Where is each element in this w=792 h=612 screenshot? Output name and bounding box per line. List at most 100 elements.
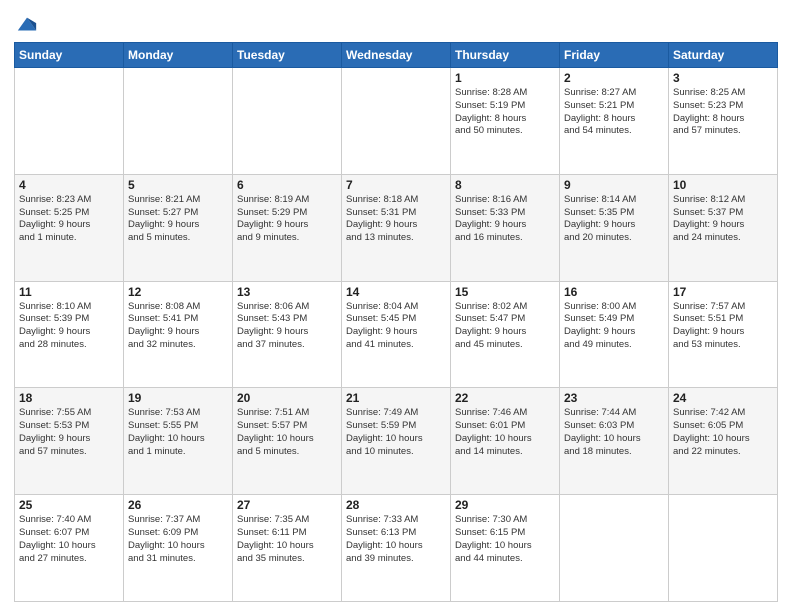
calendar-cell: 16 Sunrise: 8:00 AM Sunset: 5:49 PM Dayli…	[560, 281, 669, 388]
day-info: Sunrise: 7:30 AM Sunset: 6:15 PM Dayligh…	[455, 514, 555, 565]
calendar-week-row: 11Sunrise: 8:10 AM Sunset: 5:39 PM Dayli…	[15, 281, 778, 388]
day-number: 29	[455, 498, 555, 512]
calendar-cell: 5 Sunrise: 8:21 AM Sunset: 5:27 PM Daylig…	[124, 174, 233, 281]
header	[14, 10, 778, 36]
calendar-week-row: 18Sunrise: 7:55 AM Sunset: 5:53 PM Dayli…	[15, 388, 778, 495]
day-number: 26	[128, 498, 228, 512]
day-number: 5	[128, 178, 228, 192]
calendar-header-sunday: Sunday	[15, 43, 124, 68]
calendar-cell: 15 Sunrise: 8:02 AM Sunset: 5:47 PM Dayli…	[451, 281, 560, 388]
calendar-cell: 4 Sunrise: 8:23 AM Sunset: 5:25 PM Daylig…	[15, 174, 124, 281]
calendar-cell: 24 Sunrise: 7:42 AM Sunset: 6:05 PM Dayli…	[669, 388, 778, 495]
calendar-cell: 13 Sunrise: 8:06 AM Sunset: 5:43 PM Dayli…	[233, 281, 342, 388]
day-info: Sunrise: 8:19 AM Sunset: 5:29 PM Dayligh…	[237, 194, 337, 245]
calendar-cell: 21 Sunrise: 7:49 AM Sunset: 5:59 PM Dayli…	[342, 388, 451, 495]
calendar-cell: 28 Sunrise: 7:33 AM Sunset: 6:13 PM Dayli…	[342, 495, 451, 602]
calendar-cell: 25 Sunrise: 7:40 AM Sunset: 6:07 PM Dayli…	[15, 495, 124, 602]
calendar-cell: 12 Sunrise: 8:08 AM Sunset: 5:41 PM Dayli…	[124, 281, 233, 388]
calendar-cell: 19Sunrise: 7:53 AM Sunset: 5:55 PM Dayli…	[124, 388, 233, 495]
calendar-cell: 7Sunrise: 8:18 AM Sunset: 5:31 PM Daylig…	[342, 174, 451, 281]
calendar-header-row: SundayMondayTuesdayWednesdayThursdayFrid…	[15, 43, 778, 68]
day-info: Sunrise: 7:46 AM Sunset: 6:01 PM Dayligh…	[455, 407, 555, 458]
day-info: Sunrise: 7:40 AM Sunset: 6:07 PM Dayligh…	[19, 514, 119, 565]
calendar-header-wednesday: Wednesday	[342, 43, 451, 68]
day-number: 16	[564, 285, 664, 299]
day-number: 8	[455, 178, 555, 192]
day-number: 25	[19, 498, 119, 512]
calendar-cell	[233, 68, 342, 175]
calendar-header-friday: Friday	[560, 43, 669, 68]
logo-icon	[16, 14, 38, 36]
calendar-header-saturday: Saturday	[669, 43, 778, 68]
day-info: Sunrise: 8:08 AM Sunset: 5:41 PM Dayligh…	[128, 301, 228, 352]
day-info: Sunrise: 8:28 AM Sunset: 5:19 PM Dayligh…	[455, 87, 555, 138]
day-info: Sunrise: 7:35 AM Sunset: 6:11 PM Dayligh…	[237, 514, 337, 565]
day-number: 4	[19, 178, 119, 192]
calendar-cell	[15, 68, 124, 175]
logo	[14, 14, 38, 36]
day-number: 18	[19, 391, 119, 405]
day-info: Sunrise: 7:33 AM Sunset: 6:13 PM Dayligh…	[346, 514, 446, 565]
calendar-week-row: 4 Sunrise: 8:23 AM Sunset: 5:25 PM Daylig…	[15, 174, 778, 281]
calendar-cell	[342, 68, 451, 175]
calendar-cell: 22Sunrise: 7:46 AM Sunset: 6:01 PM Dayli…	[451, 388, 560, 495]
day-info: Sunrise: 7:42 AM Sunset: 6:05 PM Dayligh…	[673, 407, 773, 458]
calendar-week-row: 25 Sunrise: 7:40 AM Sunset: 6:07 PM Dayli…	[15, 495, 778, 602]
day-info: Sunrise: 8:02 AM Sunset: 5:47 PM Dayligh…	[455, 301, 555, 352]
calendar-cell: 14 Sunrise: 8:04 AM Sunset: 5:45 PM Dayli…	[342, 281, 451, 388]
day-number: 28	[346, 498, 446, 512]
calendar-cell	[124, 68, 233, 175]
day-number: 23	[564, 391, 664, 405]
calendar-cell: 10 Sunrise: 8:12 AM Sunset: 5:37 PM Dayli…	[669, 174, 778, 281]
calendar-cell: 2 Sunrise: 8:27 AM Sunset: 5:21 PM Daylig…	[560, 68, 669, 175]
day-number: 17	[673, 285, 773, 299]
day-number: 13	[237, 285, 337, 299]
day-number: 12	[128, 285, 228, 299]
day-info: Sunrise: 8:04 AM Sunset: 5:45 PM Dayligh…	[346, 301, 446, 352]
day-info: Sunrise: 8:21 AM Sunset: 5:27 PM Dayligh…	[128, 194, 228, 245]
day-number: 21	[346, 391, 446, 405]
day-info: Sunrise: 8:18 AM Sunset: 5:31 PM Dayligh…	[346, 194, 446, 245]
day-number: 27	[237, 498, 337, 512]
day-number: 1	[455, 71, 555, 85]
calendar-cell: 11Sunrise: 8:10 AM Sunset: 5:39 PM Dayli…	[15, 281, 124, 388]
day-info: Sunrise: 8:14 AM Sunset: 5:35 PM Dayligh…	[564, 194, 664, 245]
calendar-cell: 27 Sunrise: 7:35 AM Sunset: 6:11 PM Dayli…	[233, 495, 342, 602]
calendar-cell: 6 Sunrise: 8:19 AM Sunset: 5:29 PM Daylig…	[233, 174, 342, 281]
day-number: 24	[673, 391, 773, 405]
day-info: Sunrise: 7:49 AM Sunset: 5:59 PM Dayligh…	[346, 407, 446, 458]
day-info: Sunrise: 8:25 AM Sunset: 5:23 PM Dayligh…	[673, 87, 773, 138]
day-info: Sunrise: 8:00 AM Sunset: 5:49 PM Dayligh…	[564, 301, 664, 352]
day-info: Sunrise: 8:23 AM Sunset: 5:25 PM Dayligh…	[19, 194, 119, 245]
day-number: 2	[564, 71, 664, 85]
day-info: Sunrise: 8:16 AM Sunset: 5:33 PM Dayligh…	[455, 194, 555, 245]
calendar-cell: 1 Sunrise: 8:28 AM Sunset: 5:19 PM Daylig…	[451, 68, 560, 175]
calendar-cell: 20 Sunrise: 7:51 AM Sunset: 5:57 PM Dayli…	[233, 388, 342, 495]
day-info: Sunrise: 7:51 AM Sunset: 5:57 PM Dayligh…	[237, 407, 337, 458]
day-number: 6	[237, 178, 337, 192]
day-info: Sunrise: 7:44 AM Sunset: 6:03 PM Dayligh…	[564, 407, 664, 458]
calendar-cell: 29 Sunrise: 7:30 AM Sunset: 6:15 PM Dayli…	[451, 495, 560, 602]
day-number: 15	[455, 285, 555, 299]
calendar-table: SundayMondayTuesdayWednesdayThursdayFrid…	[14, 42, 778, 602]
calendar-cell: 26 Sunrise: 7:37 AM Sunset: 6:09 PM Dayli…	[124, 495, 233, 602]
calendar-cell: 23 Sunrise: 7:44 AM Sunset: 6:03 PM Dayli…	[560, 388, 669, 495]
day-info: Sunrise: 7:57 AM Sunset: 5:51 PM Dayligh…	[673, 301, 773, 352]
calendar-cell: 3 Sunrise: 8:25 AM Sunset: 5:23 PM Daylig…	[669, 68, 778, 175]
calendar-cell	[669, 495, 778, 602]
day-info: Sunrise: 8:27 AM Sunset: 5:21 PM Dayligh…	[564, 87, 664, 138]
day-info: Sunrise: 8:12 AM Sunset: 5:37 PM Dayligh…	[673, 194, 773, 245]
calendar-cell	[560, 495, 669, 602]
day-info: Sunrise: 8:10 AM Sunset: 5:39 PM Dayligh…	[19, 301, 119, 352]
calendar-header-thursday: Thursday	[451, 43, 560, 68]
day-number: 10	[673, 178, 773, 192]
day-number: 14	[346, 285, 446, 299]
calendar-header-monday: Monday	[124, 43, 233, 68]
day-number: 20	[237, 391, 337, 405]
calendar-cell: 9Sunrise: 8:14 AM Sunset: 5:35 PM Daylig…	[560, 174, 669, 281]
calendar-cell: 18Sunrise: 7:55 AM Sunset: 5:53 PM Dayli…	[15, 388, 124, 495]
day-number: 3	[673, 71, 773, 85]
calendar-cell: 17 Sunrise: 7:57 AM Sunset: 5:51 PM Dayli…	[669, 281, 778, 388]
day-info: Sunrise: 8:06 AM Sunset: 5:43 PM Dayligh…	[237, 301, 337, 352]
day-info: Sunrise: 7:37 AM Sunset: 6:09 PM Dayligh…	[128, 514, 228, 565]
